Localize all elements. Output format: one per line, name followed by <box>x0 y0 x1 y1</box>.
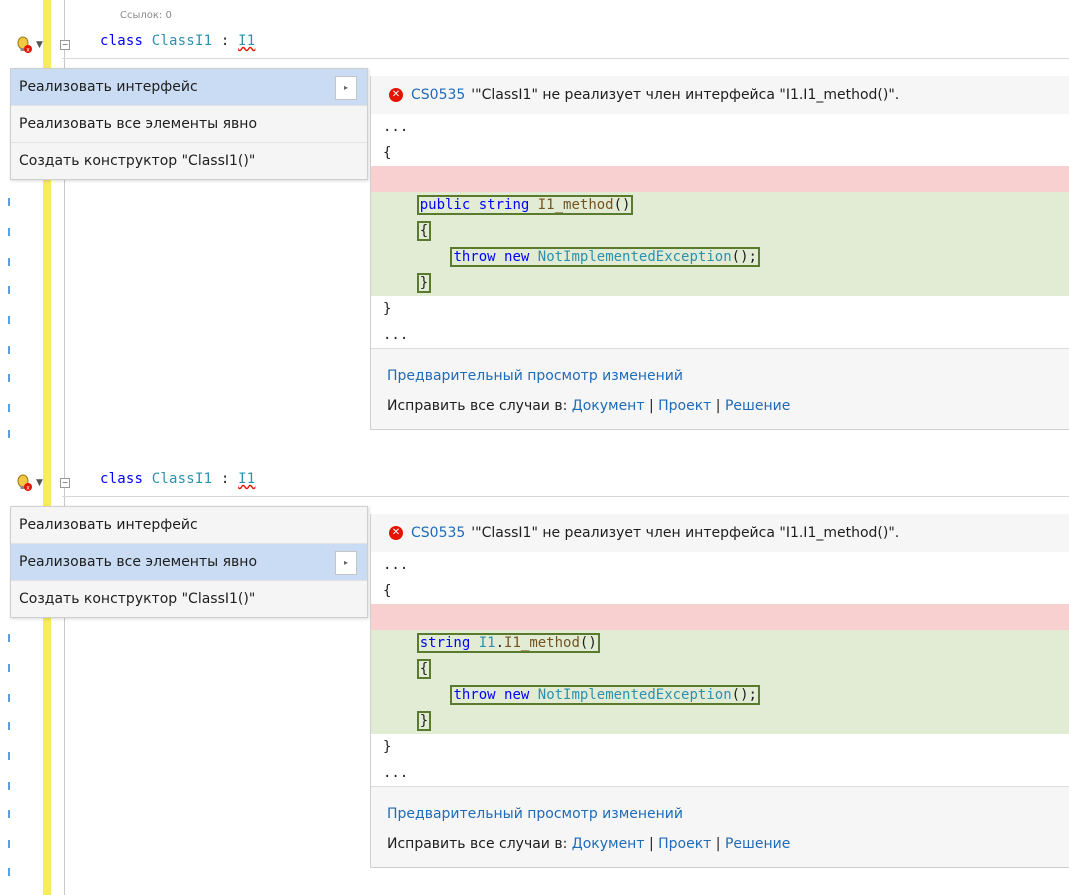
error-message: '"ClassI1" не реализует член интерфейса … <box>471 87 900 103</box>
reference-count[interactable]: Ссылок: 0 <box>120 10 172 21</box>
menu-item-label: Создать конструктор "ClassI1()" <box>19 153 256 169</box>
preview-changes-link[interactable]: Предварительный просмотр изменений <box>387 368 683 384</box>
removed-line <box>371 604 1069 630</box>
quick-actions-button[interactable]: x ▼ <box>14 34 58 56</box>
fix-all-line: Исправить все случаи в: Документ | Проек… <box>387 836 791 852</box>
added-signature-line: public string I1_method() <box>371 192 1069 218</box>
svg-text:x: x <box>26 47 30 54</box>
preview-panel: ✕ CS0535 '"ClassI1" не реализует член ин… <box>370 76 1069 430</box>
class-declaration-line[interactable]: class ClassI1 : I1 <box>100 471 255 487</box>
ellipsis-line: ... <box>383 557 409 573</box>
interface-name-squiggle: I1 <box>238 33 256 49</box>
preview-changes-link[interactable]: Предварительный просмотр изменений <box>387 806 683 822</box>
fix-all-document-link[interactable]: Документ <box>572 836 645 852</box>
brace-line: } <box>383 301 392 317</box>
error-code-link[interactable]: CS0535 <box>411 525 465 541</box>
menu-item-implement-explicitly[interactable]: Реализовать все элементы явно ▸ <box>11 544 367 581</box>
error-icon: ✕ <box>389 526 403 540</box>
fix-all-solution-link[interactable]: Решение <box>725 836 790 852</box>
colon: : <box>220 471 230 487</box>
fix-all-project-link[interactable]: Проект <box>658 836 711 852</box>
brace-line: { <box>383 145 392 161</box>
quick-actions-button[interactable]: x ▼ <box>14 472 58 494</box>
menu-item-label: Реализовать все элементы явно <box>19 116 258 132</box>
menu-item-generate-constructor[interactable]: Создать конструктор "ClassI1()" <box>11 143 367 179</box>
menu-item-implement-interface[interactable]: Реализовать интерфейс <box>11 507 367 544</box>
interface-name-squiggle: I1 <box>238 471 256 487</box>
fix-all-project-link[interactable]: Проект <box>658 398 711 414</box>
fix-all-line: Исправить все случаи в: Документ | Проек… <box>387 398 791 414</box>
class-name: ClassI1 <box>151 33 213 49</box>
menu-item-label: Создать конструктор "ClassI1()" <box>19 591 256 607</box>
ellipsis-line: ... <box>383 765 409 781</box>
added-close-brace: } <box>371 708 1069 734</box>
keyword-class: class <box>100 471 144 487</box>
added-throw-line: throw new NotImplementedException(); <box>371 682 1069 708</box>
menu-item-label: Реализовать все элементы явно <box>19 554 258 570</box>
added-throw-line: throw new NotImplementedException(); <box>371 244 1069 270</box>
error-code-link[interactable]: CS0535 <box>411 87 465 103</box>
keyword-class: class <box>100 33 144 49</box>
ellipsis-line: ... <box>383 327 409 343</box>
added-open-brace: { <box>371 656 1069 682</box>
added-close-brace: } <box>371 270 1069 296</box>
added-signature-line: string I1.I1_method() <box>371 630 1069 656</box>
line-separator <box>62 58 1069 59</box>
colon: : <box>220 33 230 49</box>
added-open-brace: { <box>371 218 1069 244</box>
error-message: '"ClassI1" не реализует член интерфейса … <box>471 525 900 541</box>
preview-footer: Предварительный просмотр изменений Испра… <box>371 348 1069 429</box>
menu-item-label: Реализовать интерфейс <box>19 79 198 95</box>
class-name: ClassI1 <box>151 471 213 487</box>
ellipsis-line: ... <box>383 119 409 135</box>
svg-text:x: x <box>26 485 30 492</box>
chevron-down-icon: ▼ <box>36 40 43 50</box>
menu-item-implement-explicitly[interactable]: Реализовать все элементы явно <box>11 106 367 143</box>
lightbulb-error-icon: x <box>17 474 32 492</box>
menu-item-label: Реализовать интерфейс <box>19 517 198 533</box>
collapse-toggle[interactable]: − <box>60 40 70 50</box>
chevron-down-icon: ▼ <box>36 478 43 488</box>
submenu-arrow-icon[interactable]: ▸ <box>335 76 357 100</box>
collapse-toggle[interactable]: − <box>60 478 70 488</box>
preview-footer: Предварительный просмотр изменений Испра… <box>371 786 1069 867</box>
brace-line: } <box>383 739 392 755</box>
brace-line: { <box>383 583 392 599</box>
code-preview: ... { string I1.I1_method() { throw new … <box>371 552 1069 786</box>
diagnostic-header: ✕ CS0535 '"ClassI1" не реализует член ин… <box>371 76 1069 114</box>
quick-actions-menu: Реализовать интерфейс Реализовать все эл… <box>10 506 368 618</box>
menu-item-implement-interface[interactable]: Реализовать интерфейс ▸ <box>11 69 367 106</box>
submenu-arrow-icon[interactable]: ▸ <box>335 551 357 575</box>
quick-actions-menu: Реализовать интерфейс ▸ Реализовать все … <box>10 68 368 180</box>
removed-line <box>371 166 1069 192</box>
error-icon: ✕ <box>389 88 403 102</box>
code-preview: ... { public string I1_method() { throw … <box>371 114 1069 348</box>
fix-all-solution-link[interactable]: Решение <box>725 398 790 414</box>
lightbulb-error-icon: x <box>17 36 32 54</box>
menu-item-generate-constructor[interactable]: Создать конструктор "ClassI1()" <box>11 581 367 617</box>
diagnostic-header: ✕ CS0535 '"ClassI1" не реализует член ин… <box>371 514 1069 552</box>
class-declaration-line[interactable]: class ClassI1 : I1 <box>100 33 255 49</box>
fix-all-document-link[interactable]: Документ <box>572 398 645 414</box>
line-separator <box>62 496 1069 497</box>
preview-panel: ✕ CS0535 '"ClassI1" не реализует член ин… <box>370 514 1069 868</box>
